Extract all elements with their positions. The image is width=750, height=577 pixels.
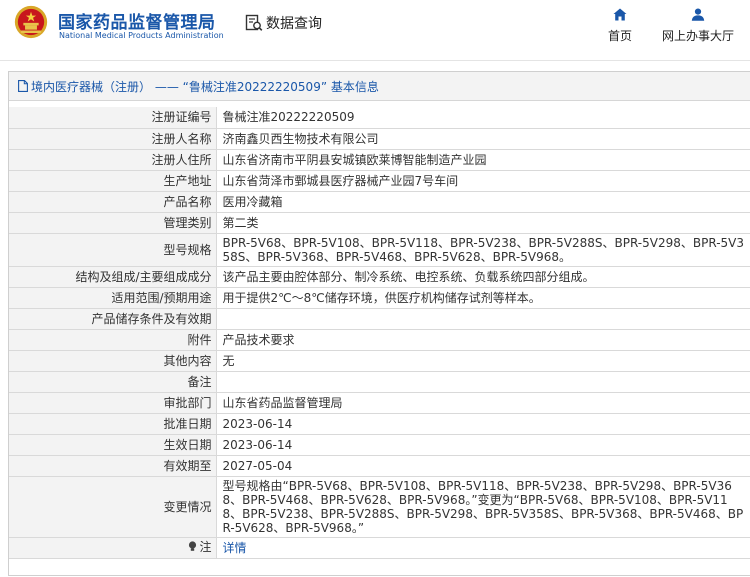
table-row: 管理类别 第二类 — [9, 211, 750, 234]
nav-online-service-label: 网上办事大厅 — [661, 29, 734, 43]
user-icon — [691, 8, 705, 21]
note-label: 注 — [199, 539, 212, 554]
note-label-cell: 注 — [9, 536, 217, 559]
nav-home[interactable]: 首页 — [600, 8, 640, 48]
row-label: 管理类别 — [9, 211, 217, 234]
row-label: 型号规格 — [9, 232, 217, 267]
nav-home-label: 首页 — [607, 29, 632, 43]
table-row: 生效日期 2023-06-14 — [9, 433, 750, 456]
row-label: 生效日期 — [9, 433, 217, 456]
row-label: 有效期至 — [9, 454, 217, 477]
table-row: 注册人住所 山东省济南市平阴县安城镇欧莱博智能制造产业园 — [9, 148, 750, 171]
row-label: 批准日期 — [9, 412, 217, 435]
table-row: 审批部门 山东省药品监督管理局 — [9, 391, 750, 414]
row-label: 结构及组成/主要组成成分 — [9, 265, 217, 288]
row-label: 审批部门 — [9, 391, 217, 414]
table-row: 附件 产品技术要求 — [9, 328, 750, 351]
registration-info-table: 注册证编号 鲁械注准20222220509 注册人名称 济南鑫贝西生物技术有限公… — [9, 107, 750, 559]
row-label: 其他内容 — [9, 349, 217, 372]
data-search-icon — [245, 14, 263, 31]
row-value: 型号规格由“BPR-5V68、BPR-5V108、BPR-5V118、BPR-5… — [215, 475, 750, 538]
site-header: 国家药品监督管理局 National Medical Products Admi… — [0, 0, 750, 52]
row-value: 第二类 — [215, 211, 750, 234]
home-icon — [613, 8, 627, 21]
row-label: 附件 — [9, 328, 217, 351]
row-label: 备注 — [9, 370, 217, 393]
row-value: 2023-06-14 — [215, 412, 750, 435]
row-value — [215, 370, 750, 393]
panel-title: 境内医疗器械（注册） —— “鲁械注准20222220509” 基本信息 — [31, 79, 379, 94]
table-row: 注册证编号 鲁械注准20222220509 — [9, 107, 750, 129]
row-value: 山东省药品监督管理局 — [215, 391, 750, 414]
table-row: 产品名称 医用冷藏箱 — [9, 190, 750, 213]
row-label: 生产地址 — [9, 169, 217, 192]
row-value: BPR-5V68、BPR-5V108、BPR-5V118、BPR-5V238、B… — [215, 232, 750, 267]
row-value: 山东省菏泽市鄄城县医疗器械产业园7号车间 — [215, 169, 750, 192]
row-label: 适用范围/预期用途 — [9, 286, 217, 309]
national-emblem-icon — [14, 5, 48, 39]
table-row-note: 注 详情 — [9, 536, 750, 559]
panel-title-bar: 境内医疗器械（注册） —— “鲁械注准20222220509” 基本信息 — [9, 72, 750, 101]
table-row: 变更情况 型号规格由“BPR-5V68、BPR-5V108、BPR-5V118、… — [9, 475, 750, 538]
nav-online-service-hall[interactable]: 网上办事大厅 — [656, 8, 740, 48]
header-divider — [0, 60, 750, 61]
row-value: 产品技术要求 — [215, 328, 750, 351]
row-label: 变更情况 — [9, 475, 217, 538]
row-label: 产品储存条件及有效期 — [9, 307, 217, 330]
table-row: 型号规格 BPR-5V68、BPR-5V108、BPR-5V118、BPR-5V… — [9, 232, 750, 267]
table-row: 适用范围/预期用途 用于提供2℃～8℃储存环境，供医疗机构储存试剂等样本。 — [9, 286, 750, 309]
detail-panel: 境内医疗器械（注册） —— “鲁械注准20222220509” 基本信息 注册证… — [8, 71, 750, 576]
logo-title-cn: 国家药品监督管理局 — [58, 13, 216, 33]
logo-title-en: National Medical Products Administration — [59, 31, 224, 40]
row-value: 2023-06-14 — [215, 433, 750, 456]
row-value: 用于提供2℃～8℃储存环境，供医疗机构储存试剂等样本。 — [215, 286, 750, 309]
lightbulb-icon — [189, 541, 197, 552]
row-value: 山东省济南市平阴县安城镇欧莱博智能制造产业园 — [215, 148, 750, 171]
row-label: 注册证编号 — [9, 107, 217, 129]
data-search-link[interactable]: 数据查询 — [245, 13, 322, 33]
table-row: 批准日期 2023-06-14 — [9, 412, 750, 435]
row-label: 注册人名称 — [9, 127, 217, 150]
table-row: 有效期至 2027-05-04 — [9, 454, 750, 477]
note-value-cell: 详情 — [215, 536, 750, 559]
row-label: 产品名称 — [9, 190, 217, 213]
row-value: 无 — [215, 349, 750, 372]
table-row: 产品储存条件及有效期 — [9, 307, 750, 330]
table-row: 生产地址 山东省菏泽市鄄城县医疗器械产业园7号车间 — [9, 169, 750, 192]
row-value: 该产品主要由腔体部分、制冷系统、电控系统、负载系统四部分组成。 — [215, 265, 750, 288]
table-row: 注册人名称 济南鑫贝西生物技术有限公司 — [9, 127, 750, 150]
table-row: 其他内容 无 — [9, 349, 750, 372]
row-value — [215, 307, 750, 330]
row-label: 注册人住所 — [9, 148, 217, 171]
document-icon — [18, 80, 28, 92]
row-value: 2027-05-04 — [215, 454, 750, 477]
details-link[interactable]: 详情 — [223, 541, 247, 555]
table-row: 备注 — [9, 370, 750, 393]
row-value: 鲁械注准20222220509 — [215, 107, 750, 129]
row-value: 济南鑫贝西生物技术有限公司 — [215, 127, 750, 150]
row-value: 医用冷藏箱 — [215, 190, 750, 213]
data-search-label: 数据查询 — [266, 16, 322, 32]
table-row: 结构及组成/主要组成成分 该产品主要由腔体部分、制冷系统、电控系统、负载系统四部… — [9, 265, 750, 288]
